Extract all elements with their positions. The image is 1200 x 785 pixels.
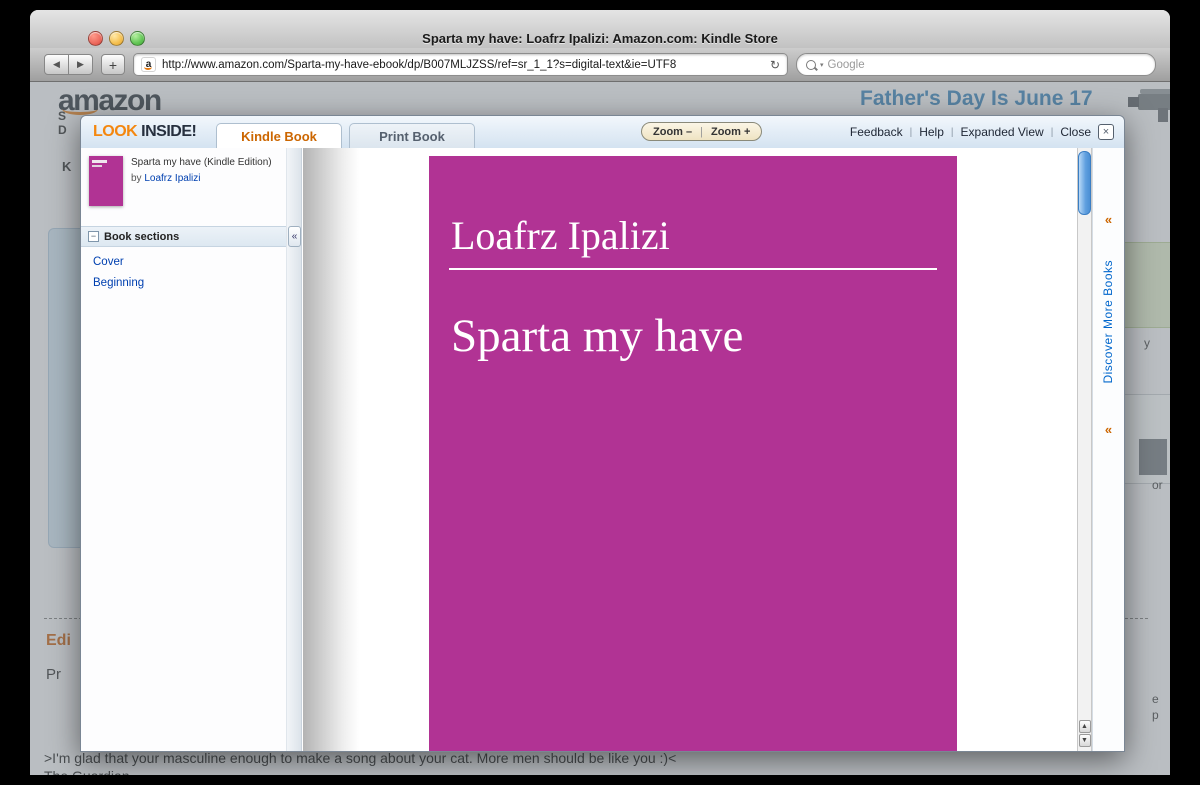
- link-divider: |: [951, 127, 954, 138]
- modal-body: Sparta my have (Kindle Edition) by Loafr…: [81, 148, 1124, 751]
- google-search-field[interactable]: ▾ Google: [796, 53, 1156, 76]
- tab-kindle-book[interactable]: Kindle Book: [216, 123, 342, 149]
- window-titlebar[interactable]: Sparta my have: Loafrz Ipalizi: Amazon.c…: [30, 10, 1170, 48]
- book-reader-pane: Loafrz Ipalizi Sparta my have: [303, 148, 1077, 751]
- sidebar-collapse-gutter: «: [286, 148, 302, 751]
- search-options-caret-icon[interactable]: ▾: [820, 61, 824, 69]
- forward-button[interactable]: ▶: [68, 54, 93, 75]
- look-inside-modal: LOOK INSIDE! Kindle Book Print Book Zoom…: [80, 115, 1125, 752]
- feedback-link[interactable]: Feedback: [850, 125, 903, 139]
- expanded-view-link[interactable]: Expanded View: [961, 125, 1044, 139]
- look-text: LOOK: [93, 123, 137, 140]
- history-nav-group: ◀ ▶: [44, 54, 93, 75]
- scrollbar-thumb[interactable]: [1078, 151, 1091, 215]
- book-cover-image: Loafrz Ipalizi Sparta my have: [429, 156, 957, 751]
- address-bar[interactable]: a http://www.amazon.com/Sparta-my-have-e…: [133, 53, 788, 76]
- scroll-up-button[interactable]: ▲: [1079, 720, 1091, 733]
- book-cover-thumbnail: [89, 156, 123, 206]
- zoom-controls: Zoom – | Zoom +: [641, 122, 762, 141]
- page-edge-shadow: [303, 148, 359, 751]
- section-link-cover[interactable]: Cover: [93, 252, 144, 273]
- cover-author-text: Loafrz Ipalizi: [451, 212, 670, 259]
- amazon-smile-icon: [144, 64, 152, 70]
- scrollbar-buttons: ▲ ▼: [1078, 719, 1091, 748]
- amazon-favicon-icon: a: [141, 57, 156, 72]
- discover-more-books-strip: « Discover More Books «: [1092, 148, 1124, 751]
- cover-divider-rule: [449, 268, 937, 270]
- reload-icon[interactable]: ↻: [770, 58, 780, 72]
- tab-print-book[interactable]: Print Book: [349, 123, 475, 149]
- link-divider: |: [1051, 127, 1054, 138]
- collapse-discover-button[interactable]: «: [1093, 422, 1124, 437]
- zoom-in-button[interactable]: Zoom +: [711, 126, 750, 138]
- help-link[interactable]: Help: [919, 125, 944, 139]
- close-icon[interactable]: ×: [1098, 124, 1114, 140]
- search-placeholder: Google: [828, 59, 865, 71]
- inside-text: INSIDE!: [141, 123, 196, 140]
- discover-more-books-tab[interactable]: Discover More Books: [1101, 260, 1115, 384]
- back-arrow-icon: ◀: [53, 59, 60, 70]
- book-sections-header: − Book sections: [81, 226, 286, 247]
- book-title: Sparta my have (Kindle Edition): [131, 156, 289, 169]
- book-sidebar: Sparta my have (Kindle Edition) by Loafr…: [81, 148, 286, 751]
- zoom-out-button[interactable]: Zoom –: [653, 126, 692, 138]
- browser-toolbar: ◀ ▶ + a http://www.amazon.com/Sparta-my-…: [30, 48, 1170, 82]
- browser-window: Sparta my have: Loafrz Ipalizi: Amazon.c…: [30, 10, 1170, 775]
- collapse-discover-button[interactable]: «: [1093, 212, 1124, 227]
- thumbnail-text-line: [92, 165, 102, 167]
- section-link-beginning[interactable]: Beginning: [93, 273, 144, 294]
- collapse-sidebar-button[interactable]: «: [288, 226, 301, 247]
- search-icon: [806, 60, 816, 70]
- forward-arrow-icon: ▶: [77, 59, 84, 70]
- book-info: Sparta my have (Kindle Edition) by Loafr…: [89, 156, 289, 206]
- back-button[interactable]: ◀: [44, 54, 69, 75]
- amazon-page: amazon S D K Father's Day Is June 17 Edi…: [30, 82, 1170, 775]
- book-page: Loafrz Ipalizi Sparta my have: [359, 148, 1077, 751]
- thumbnail-text-line: [92, 160, 107, 163]
- new-tab-button[interactable]: +: [101, 54, 125, 75]
- url-text: http://www.amazon.com/Sparta-my-have-ebo…: [162, 59, 764, 71]
- zoom-divider: |: [700, 126, 703, 138]
- author-link[interactable]: Loafrz Ipalizi: [144, 173, 200, 184]
- book-sections-label: Book sections: [104, 231, 179, 243]
- modal-header: LOOK INSIDE! Kindle Book Print Book Zoom…: [81, 116, 1124, 149]
- look-inside-logo: LOOK INSIDE!: [93, 123, 196, 141]
- book-meta: Sparta my have (Kindle Edition) by Loafr…: [131, 156, 289, 206]
- window-title: Sparta my have: Loafrz Ipalizi: Amazon.c…: [30, 31, 1170, 46]
- plus-icon: +: [109, 57, 117, 73]
- scroll-down-button[interactable]: ▼: [1079, 734, 1091, 747]
- link-divider: |: [910, 127, 913, 138]
- modal-header-links: Feedback | Help | Expanded View | Close …: [850, 124, 1114, 140]
- by-label: by: [131, 173, 144, 184]
- book-byline: by Loafrz Ipalizi: [131, 173, 289, 184]
- close-link[interactable]: Close: [1060, 125, 1091, 139]
- cover-title-text: Sparta my have: [451, 309, 743, 363]
- reader-scrollbar[interactable]: ▲ ▼: [1077, 148, 1092, 751]
- book-sections-list: Cover Beginning: [93, 252, 144, 294]
- collapse-minus-icon[interactable]: −: [88, 231, 99, 242]
